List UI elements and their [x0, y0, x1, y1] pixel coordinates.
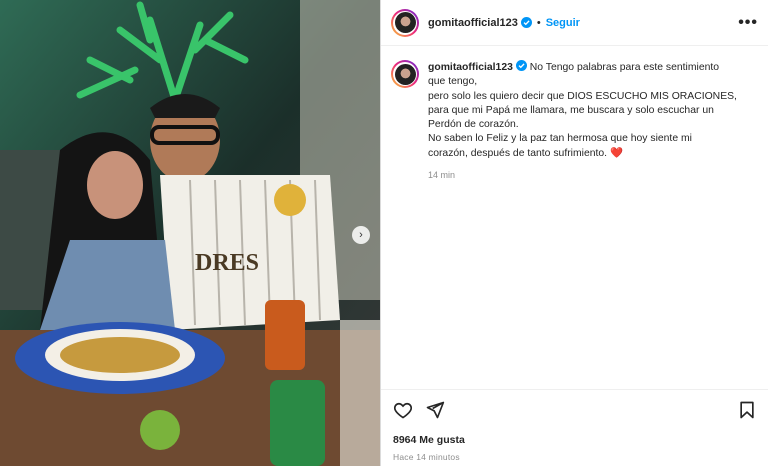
- avatar-image: [394, 63, 416, 85]
- post-side-panel: gomitaofficial123 • Seguir ••• gomitaoff…: [380, 0, 768, 466]
- caption-timestamp[interactable]: 14 min: [428, 168, 748, 182]
- caption-line: que tengo,: [428, 76, 478, 88]
- heart-emoji: ❤️: [609, 147, 623, 159]
- like-count[interactable]: 8964 Me gusta: [393, 434, 757, 446]
- verified-badge-icon: [515, 60, 527, 71]
- bookmark-icon[interactable]: [737, 400, 757, 420]
- post-header: gomitaofficial123 • Seguir •••: [381, 0, 768, 46]
- caption-username[interactable]: gomitaofficial123: [428, 62, 513, 73]
- separator-dot: •: [536, 16, 541, 29]
- caption-line: Perdón de corazón.: [428, 119, 519, 131]
- more-options-icon[interactable]: •••: [738, 14, 758, 32]
- instagram-post: DRES › gomitaofficial123 • Seguir ••• go…: [0, 0, 768, 466]
- caption-line: corazón, después de tanto sufrimiento.: [428, 147, 608, 159]
- next-photo-button[interactable]: ›: [352, 226, 370, 244]
- caption-line: para que mi Papá me llamara, me buscara …: [428, 104, 714, 116]
- follow-button[interactable]: Seguir: [546, 17, 580, 29]
- avatar[interactable]: [391, 8, 419, 37]
- heart-icon[interactable]: [393, 400, 413, 420]
- post-timestamp: Hace 14 minutos: [393, 452, 460, 462]
- verified-badge-icon: [520, 17, 532, 28]
- post-actions: 8964 Me gusta Hace 14 minutos: [381, 389, 768, 466]
- caption-avatar[interactable]: [391, 60, 419, 88]
- send-icon[interactable]: [425, 400, 445, 420]
- svg-text:DRES: DRES: [195, 250, 259, 276]
- post-image-illustration: DRES: [0, 0, 380, 466]
- avatar-image: [394, 12, 416, 33]
- chevron-right-icon: ›: [359, 229, 363, 241]
- post-photo[interactable]: DRES ›: [0, 0, 380, 466]
- caption-line: No saben lo Feliz y la paz tan hermosa q…: [428, 133, 692, 145]
- caption-line: No Tengo palabras para este sentimiento: [529, 62, 720, 73]
- caption: gomitaofficial123 No Tengo palabras para…: [381, 46, 768, 182]
- caption-line: pero solo les quiero decir que DIOS ESCU…: [428, 90, 737, 102]
- username-link[interactable]: gomitaofficial123: [428, 17, 518, 29]
- caption-text: gomitaofficial123 No Tengo palabras para…: [428, 60, 748, 182]
